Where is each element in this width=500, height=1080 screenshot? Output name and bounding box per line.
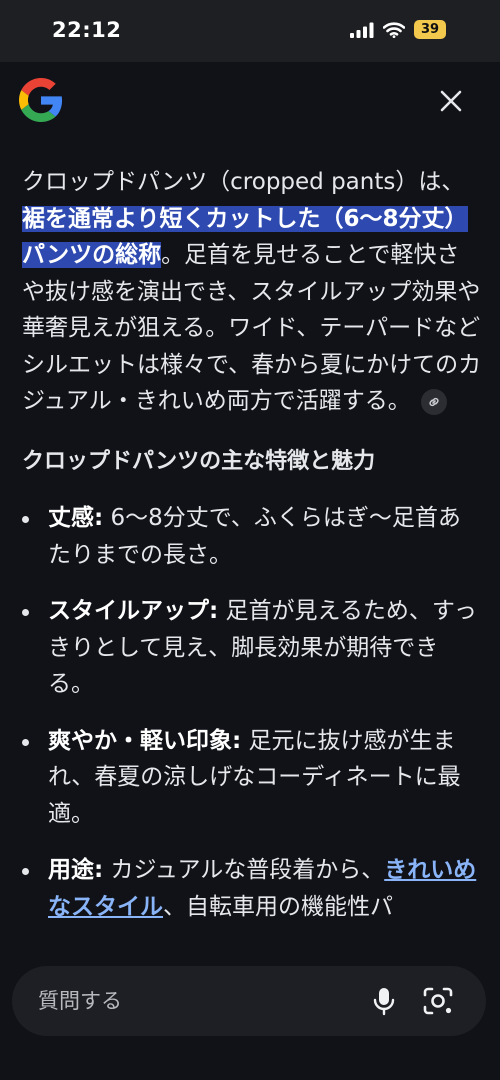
status-bar: 22:12 39	[0, 0, 500, 62]
lens-camera-icon[interactable]	[420, 984, 456, 1018]
feature-text: 6〜8分丈で、ふくらはぎ〜足首あたりまでの長さ。	[48, 505, 461, 568]
feature-item: スタイルアップ: 足首が見えるため、すっきりとして見え、脚長効果が期待できる。	[22, 593, 482, 703]
header	[0, 62, 500, 152]
feature-text: カジュアルな普段着から、	[103, 857, 385, 883]
source-link-button[interactable]	[420, 388, 447, 415]
intro-paragraph: クロップドパンツ（cropped pants）は、裾を通常より短くカットした（6…	[22, 164, 482, 420]
feature-term: 用途:	[48, 857, 104, 883]
ask-input[interactable]: 質問する	[38, 966, 122, 1036]
feature-item: 用途: カジュアルな普段着から、きれいめなスタイル、自転車用の機能性パ	[22, 852, 482, 925]
feature-term: スタイルアップ:	[48, 598, 219, 624]
wifi-icon	[383, 21, 405, 38]
battery-indicator: 39	[414, 20, 446, 39]
feature-term: 爽やか・軽い印象:	[48, 727, 242, 754]
feature-text-after: 、自転車用の機能性パ	[163, 893, 393, 920]
feature-item: 爽やか・軽い印象: 足元に抜け感が生まれ、春夏の涼しげなコーディネートに最適。	[22, 723, 482, 833]
feature-term: 丈感:	[48, 505, 104, 531]
link-icon	[429, 397, 439, 406]
ask-bar: 質問する	[12, 966, 486, 1036]
status-time: 22:12	[52, 18, 122, 42]
microphone-icon[interactable]	[367, 984, 401, 1018]
intro-text-before: クロップドパンツ（cropped pants）は、	[22, 169, 465, 195]
signal-icon	[350, 22, 374, 38]
status-icons: 39	[350, 20, 446, 39]
google-g-logo	[19, 78, 63, 122]
feature-item: 丈感: 6〜8分丈で、ふくらはぎ〜足首あたりまでの長さ。	[22, 500, 482, 573]
close-icon[interactable]	[436, 86, 466, 116]
feature-list: 丈感: 6〜8分丈で、ふくらはぎ〜足首あたりまでの長さ。 スタイルアップ: 足首…	[22, 500, 482, 925]
section-title: クロップドパンツの主な特徴と魅力	[22, 448, 376, 474]
answer-content: クロップドパンツ（cropped pants）は、裾を通常より短くカットした（6…	[22, 164, 482, 945]
